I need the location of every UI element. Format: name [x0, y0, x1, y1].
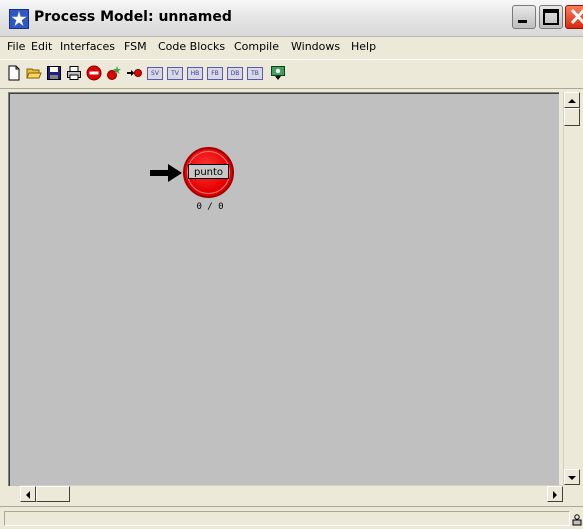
resize-grip-icon[interactable] — [572, 514, 582, 526]
fb-button[interactable]: FB — [207, 67, 223, 80]
star-icon — [9, 9, 29, 29]
chevron-down-icon — [568, 476, 576, 480]
toolbar: SV TV HB FB DB TB — [0, 59, 583, 89]
vertical-scroll-thumb[interactable] — [564, 108, 580, 126]
initial-state-arrow-icon — [150, 164, 182, 182]
status-bar — [0, 506, 583, 529]
canvas-border — [9, 93, 10, 486]
tv-button[interactable]: TV — [167, 67, 183, 80]
minimize-icon — [518, 20, 527, 23]
scroll-left-button[interactable] — [20, 486, 36, 502]
sv-button[interactable]: SV — [147, 67, 163, 80]
menu-edit[interactable]: Edit — [31, 40, 52, 53]
horizontal-scrollbar[interactable] — [20, 485, 563, 502]
fsm-canvas[interactable] — [8, 92, 559, 486]
scroll-down-button[interactable] — [564, 469, 580, 485]
window-title: Process Model: unnamed — [34, 9, 232, 25]
db-button[interactable]: DB — [227, 67, 243, 80]
close-icon — [570, 8, 583, 25]
menu-compile[interactable]: Compile — [234, 40, 279, 53]
menu-code-blocks[interactable]: Code Blocks — [158, 40, 225, 53]
chevron-up-icon — [568, 99, 576, 103]
create-state-icon[interactable] — [106, 65, 122, 81]
create-transition-icon[interactable] — [126, 65, 142, 81]
close-button[interactable] — [565, 5, 583, 29]
menu-fsm[interactable]: FSM — [124, 40, 147, 53]
chevron-right-icon — [553, 491, 557, 499]
minimize-button[interactable] — [512, 5, 536, 29]
menu-windows[interactable]: Windows — [291, 40, 340, 53]
state-name-label[interactable]: punto — [188, 164, 229, 179]
process-model-window: Process Model: unnamed File Edit Interfa… — [0, 0, 583, 529]
save-icon[interactable] — [46, 65, 62, 81]
horizontal-scroll-thumb[interactable] — [36, 486, 70, 502]
title-bar[interactable]: Process Model: unnamed — [0, 0, 583, 37]
scroll-right-button[interactable] — [547, 486, 563, 502]
tb-button[interactable]: TB — [247, 67, 263, 80]
print-icon[interactable] — [66, 65, 82, 81]
canvas-border — [9, 93, 559, 94]
menu-file[interactable]: File — [7, 40, 25, 53]
status-field — [4, 511, 570, 526]
menu-interfaces[interactable]: Interfaces — [60, 40, 115, 53]
menu-help[interactable]: Help — [351, 40, 376, 53]
chevron-left-icon — [26, 491, 30, 499]
new-document-icon[interactable] — [6, 65, 22, 81]
hb-button[interactable]: HB — [187, 67, 203, 80]
menu-bar: File Edit Interfaces FSM Code Blocks Com… — [0, 37, 583, 58]
vertical-scrollbar[interactable] — [563, 92, 580, 485]
compile-icon[interactable] — [270, 65, 286, 81]
maximize-button[interactable] — [539, 5, 563, 29]
maximize-icon — [543, 9, 559, 25]
open-folder-icon[interactable] — [26, 65, 42, 81]
stop-icon[interactable] — [86, 65, 102, 81]
state-executive-count: 0 / 0 — [196, 202, 224, 212]
scroll-up-button[interactable] — [564, 92, 580, 108]
